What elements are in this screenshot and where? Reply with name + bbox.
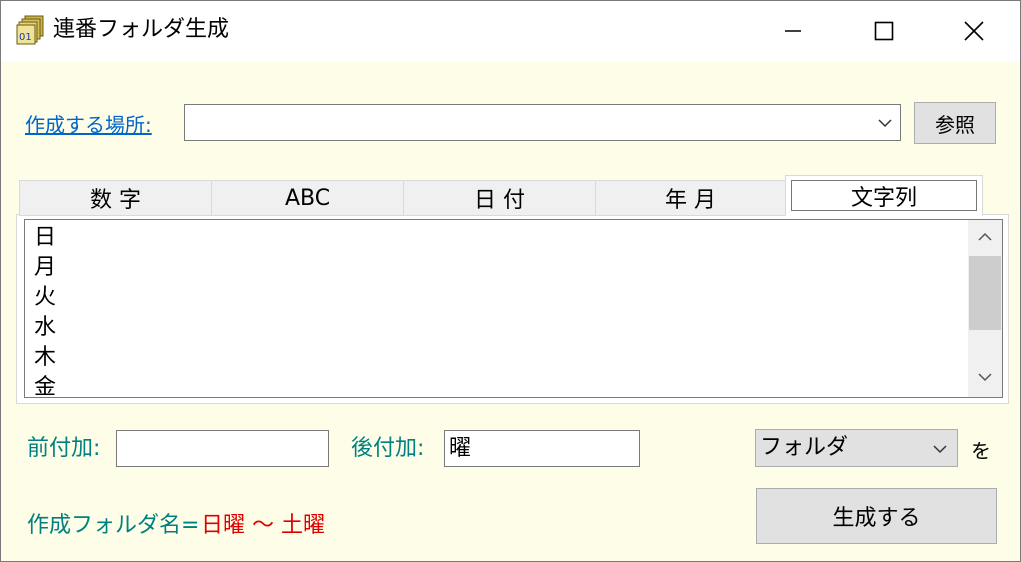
list-item[interactable]: 木 (34, 343, 56, 373)
prefix-label: 前付加: (27, 436, 101, 461)
tab-abc[interactable]: ABC (211, 180, 404, 216)
list-item[interactable]: 水 (34, 313, 56, 343)
scroll-up-icon[interactable] (978, 232, 992, 242)
string-list[interactable]: 日 月 火 水 木 金 (24, 219, 1003, 398)
vertical-scrollbar[interactable] (968, 220, 1002, 397)
list-item[interactable]: 月 (34, 253, 56, 283)
close-button[interactable] (928, 1, 1020, 61)
chevron-down-icon[interactable] (933, 444, 947, 454)
list-item[interactable]: 金 (34, 373, 56, 397)
list-item[interactable]: 日 (34, 223, 56, 253)
result-value: 日曜 〜 土曜 (201, 513, 325, 538)
tab-date[interactable]: 日 付 (403, 180, 596, 216)
target-type-select[interactable]: フォルダ (755, 429, 958, 467)
minimize-button[interactable] (746, 1, 838, 61)
suffix-label: 後付加: (351, 436, 425, 461)
browse-button[interactable]: 参照 (914, 102, 996, 144)
list-item[interactable]: 火 (34, 283, 56, 313)
location-link[interactable]: 作成する場所: (25, 111, 152, 139)
tab-year-month[interactable]: 年 月 (595, 180, 786, 216)
window-title: 連番フォルダ生成 (53, 17, 230, 42)
suffix-input[interactable]: 曜 (444, 430, 640, 467)
tab-string-label: 文字列 (791, 180, 977, 211)
scroll-thumb[interactable] (969, 256, 1001, 330)
chevron-down-icon[interactable] (878, 118, 892, 128)
app-icon-text: 01 (19, 32, 32, 43)
generate-button[interactable]: 生成する (756, 488, 997, 544)
tab-number[interactable]: 数 字 (19, 180, 212, 216)
prefix-input[interactable] (116, 430, 329, 467)
title-bar[interactable]: 01 連番フォルダ生成 (1, 1, 1020, 61)
location-combobox[interactable] (184, 104, 901, 141)
tab-string[interactable]: 文字列 (785, 175, 983, 216)
maximize-button[interactable] (838, 1, 930, 61)
minimize-icon (785, 30, 801, 32)
target-type-value: フォルダ (760, 435, 849, 460)
particle-label: を (971, 439, 991, 463)
close-icon (964, 21, 984, 41)
app-window: 01 連番フォルダ生成 作成する場所: 参照 数 字 ABC 日 付 年 月 文… (0, 0, 1021, 562)
scroll-down-icon[interactable] (978, 372, 992, 382)
maximize-icon (874, 21, 894, 41)
folder-stack-icon: 01 (16, 15, 46, 45)
result-label: 作成フォルダ名= (27, 513, 200, 538)
